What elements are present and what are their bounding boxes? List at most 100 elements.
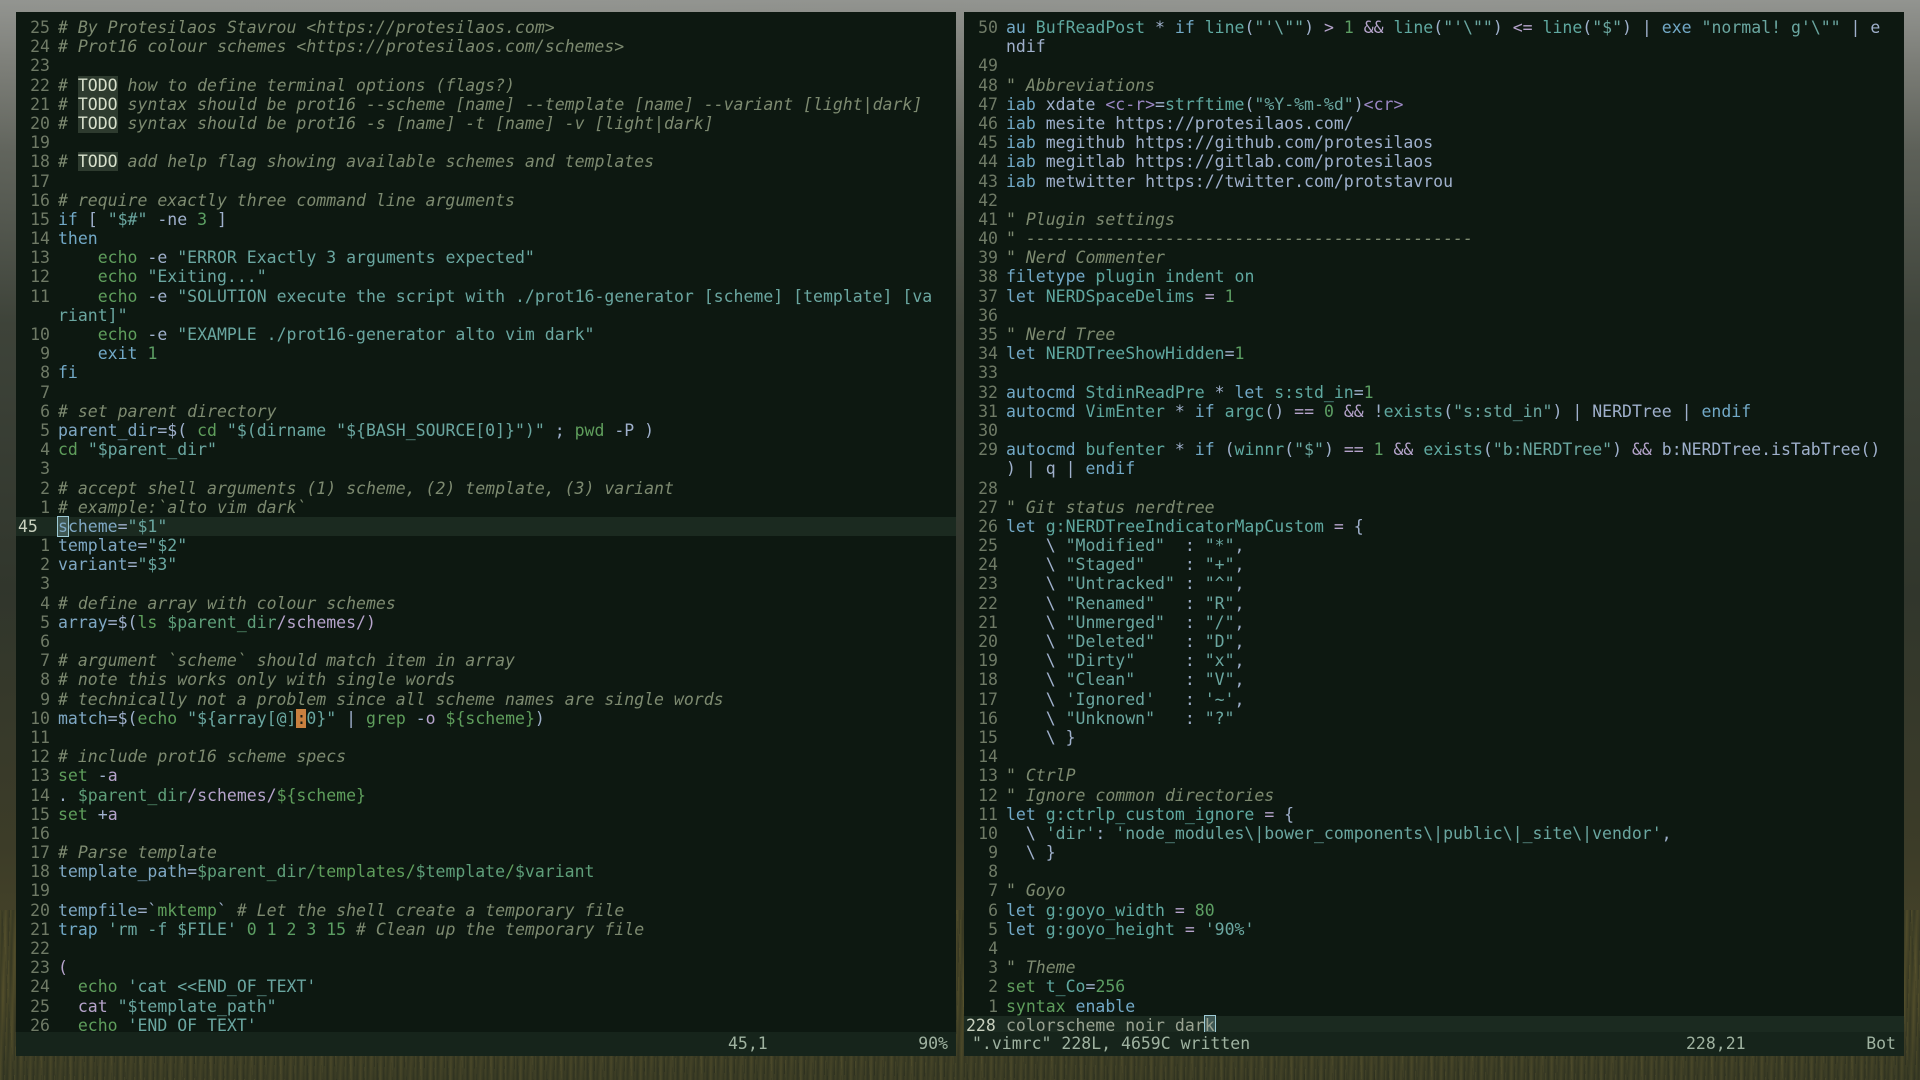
code-line[interactable]: 12 " Ignore common directories	[964, 786, 1904, 805]
code-line[interactable]: 10 \ 'dir': 'node_modules\|bower_compone…	[964, 824, 1904, 843]
code-line[interactable]: 10 echo -e "EXAMPLE ./prot16-generator a…	[16, 325, 956, 344]
code-line[interactable]: 19	[16, 133, 956, 152]
code-line[interactable]: 22 \ "Renamed" : "R",	[964, 594, 1904, 613]
code-line[interactable]: 3	[16, 459, 956, 478]
code-line[interactable]: 7 " Goyo	[964, 881, 1904, 900]
code-line[interactable]: 36	[964, 306, 1904, 325]
code-line[interactable]: 21 \ "Unmerged" : "/",	[964, 613, 1904, 632]
code-line[interactable]: 24 echo 'cat <<END_OF_TEXT'	[16, 977, 956, 996]
code-line[interactable]: 5 array=$(ls $parent_dir/schemes/)	[16, 613, 956, 632]
code-line[interactable]: 20 \ "Deleted" : "D",	[964, 632, 1904, 651]
code-line[interactable]: 37 let NERDSpaceDelims = 1	[964, 287, 1904, 306]
code-line[interactable]: 18 \ "Clean" : "V",	[964, 670, 1904, 689]
code-line[interactable]: 5 let g:goyo_height = '90%'	[964, 920, 1904, 939]
code-line[interactable]: 35 " Nerd Tree	[964, 325, 1904, 344]
code-line[interactable]: 29 autocmd bufenter * if (winnr("$") == 1…	[964, 440, 1904, 459]
code-line[interactable]: 1 # example:`alto vim dark`	[16, 498, 956, 517]
code-line[interactable]: 50 au BufReadPost * if line("'\"") > 1 &&…	[964, 18, 1904, 37]
code-line[interactable]: 13 " CtrlP	[964, 766, 1904, 785]
code-line[interactable]: 2 # accept shell arguments (1) scheme, (2…	[16, 479, 956, 498]
code-line[interactable]: 38 filetype plugin indent on	[964, 267, 1904, 286]
code-line[interactable]: 15 \ }	[964, 728, 1904, 747]
code-line[interactable]: 8 # note this works only with single word…	[16, 670, 956, 689]
code-line[interactable]: 49	[964, 56, 1904, 75]
code-line[interactable]: 6 let g:goyo_width = 80	[964, 901, 1904, 920]
code-line[interactable]: 17 # Parse template	[16, 843, 956, 862]
code-line[interactable]: 8	[964, 862, 1904, 881]
code-line[interactable]: 21 trap 'rm -f $FILE' 0 1 2 3 15 # Clean …	[16, 920, 956, 939]
code-line[interactable]: 42	[964, 191, 1904, 210]
code-line[interactable]: ndif	[964, 37, 1904, 56]
code-line[interactable]: 24 \ "Staged" : "+",	[964, 555, 1904, 574]
code-line[interactable]: 46 iab mesite https://protesilaos.com/	[964, 114, 1904, 133]
code-line[interactable]: 34 let NERDTreeShowHidden=1	[964, 344, 1904, 363]
code-line[interactable]: 48 " Abbreviations	[964, 76, 1904, 95]
code-line[interactable]: 9 exit 1	[16, 344, 956, 363]
code-line[interactable]: 26 echo 'END_OF_TEXT'	[16, 1016, 956, 1032]
code-line-current[interactable]: 228 colorscheme noir_dark	[964, 1014, 1904, 1032]
code-line[interactable]: 19	[16, 881, 956, 900]
code-line[interactable]: 40 " ------------------------------------…	[964, 229, 1904, 248]
code-line[interactable]: 31 autocmd VimEnter * if argc() == 0 && !…	[964, 402, 1904, 421]
code-line[interactable]: 3 " Theme	[964, 958, 1904, 977]
code-line[interactable]: 23 (	[16, 958, 956, 977]
code-line[interactable]: 14. $parent_dir/schemes/${scheme}	[16, 786, 956, 805]
code-line[interactable]: 1 template="$2"	[16, 536, 956, 555]
code-line[interactable]: 23	[16, 56, 956, 75]
code-line[interactable]: 32 autocmd StdinReadPre * let s:std_in=1	[964, 383, 1904, 402]
code-line[interactable]: 7 # argument `scheme` should match item i…	[16, 651, 956, 670]
code-line[interactable]: 41 " Plugin settings	[964, 210, 1904, 229]
code-line[interactable]: 26 let g:NERDTreeIndicatorMapCustom = {	[964, 517, 1904, 536]
code-line[interactable]: 25 \ "Modified" : "*",	[964, 536, 1904, 555]
code-line[interactable]: 45 iab megithub https://github.com/protes…	[964, 133, 1904, 152]
code-line[interactable]: 39 " Nerd Commenter	[964, 248, 1904, 267]
code-line[interactable]: 1 syntax enable	[964, 997, 1904, 1016]
code-line[interactable]: 13 echo -e "ERROR Exactly 3 arguments ex…	[16, 248, 956, 267]
code-line[interactable]: 13 set -a	[16, 766, 956, 785]
code-line[interactable]: 20 tempfile=`mktemp` # Let the shell crea…	[16, 901, 956, 920]
code-line[interactable]: 17 \ 'Ignored' : '~',	[964, 690, 1904, 709]
code-line[interactable]: 6	[16, 632, 956, 651]
code-line[interactable]: 30	[964, 421, 1904, 440]
vim-pane-left[interactable]: 25 # By Protesilaos Stavrou <https://prot…	[16, 12, 956, 1056]
code-line[interactable]: 14 then	[16, 229, 956, 248]
code-line[interactable]: 9 # technically not a problem since all s…	[16, 690, 956, 709]
code-line[interactable]: 16	[16, 824, 956, 843]
code-line[interactable]: 6 # set parent directory	[16, 402, 956, 421]
code-line[interactable]: 2 variant="$3"	[16, 555, 956, 574]
code-line[interactable]: 18 template_path=$parent_dir/templates/$t…	[16, 862, 956, 881]
code-line[interactable]: 4	[964, 939, 1904, 958]
code-line[interactable]: 44 iab megitlab https://gitlab.com/protes…	[964, 152, 1904, 171]
code-line[interactable]: 3	[16, 574, 956, 593]
code-line[interactable]: 27 " Git status nerdtree	[964, 498, 1904, 517]
right-buffer-text[interactable]: 50 au BufReadPost * if line("'\"") > 1 &&…	[964, 12, 1904, 1032]
code-line[interactable]: 22	[16, 939, 956, 958]
code-line[interactable]: 28	[964, 479, 1904, 498]
code-line[interactable]: 7	[16, 383, 956, 402]
vertical-split-divider[interactable]	[956, 12, 964, 1056]
code-line[interactable]: 21 # TODO syntax should be prot16 --schem…	[16, 94, 956, 114]
code-line[interactable]: 43 iab metwitter https://twitter.com/prot…	[964, 172, 1904, 191]
code-line[interactable]: 11 echo -e "SOLUTION execute the script …	[16, 287, 956, 306]
code-line[interactable]: 10 match=$(echo "${array[@]:0}" | grep -o…	[16, 708, 956, 728]
code-line[interactable]: 12 # include prot16 scheme specs	[16, 747, 956, 766]
code-line[interactable]: 16 # require exactly three command line a…	[16, 191, 956, 210]
code-line[interactable]: 33	[964, 363, 1904, 382]
code-line[interactable]: 11 let g:ctrlp_custom_ignore = {	[964, 805, 1904, 824]
code-line[interactable]: 9 \ }	[964, 843, 1904, 862]
code-line[interactable]: 20 # TODO syntax should be prot16 -s [nam…	[16, 113, 956, 133]
code-line[interactable]: 4 # define array with colour schemes	[16, 594, 956, 613]
code-line[interactable]: 11	[16, 728, 956, 747]
code-line[interactable]: 23 \ "Untracked" : "^",	[964, 574, 1904, 593]
code-line[interactable]: 15 if [ "$#" -ne 3 ]	[16, 210, 956, 229]
code-line[interactable]: 5 parent_dir=$( cd "$(dirname "${BASH_SOU…	[16, 421, 956, 440]
code-line[interactable]: ) | q | endif	[964, 459, 1904, 478]
code-line[interactable]: 12 echo "Exiting..."	[16, 267, 956, 286]
code-line[interactable]: 8 fi	[16, 363, 956, 382]
code-line[interactable]: 14	[964, 747, 1904, 766]
vim-pane-right[interactable]: 50 au BufReadPost * if line("'\"") > 1 &&…	[964, 12, 1904, 1056]
code-line[interactable]: 25 cat "$template_path"	[16, 997, 956, 1016]
code-line[interactable]: riant]"	[16, 306, 956, 325]
code-line[interactable]: 25 # By Protesilaos Stavrou <https://prot…	[16, 18, 956, 37]
left-buffer-text[interactable]: 25 # By Protesilaos Stavrou <https://prot…	[16, 12, 956, 1032]
